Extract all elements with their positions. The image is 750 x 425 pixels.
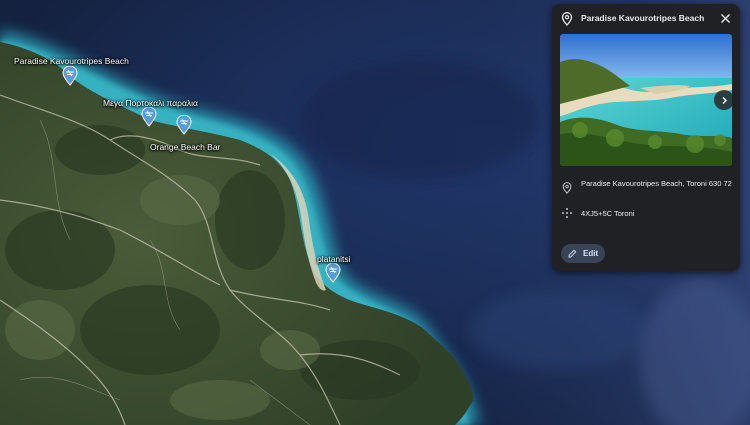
plus-code-icon — [562, 208, 572, 218]
plus-code: 4XJ5+5C Toroni — [581, 209, 635, 218]
beach-marker-platanitsi[interactable] — [325, 263, 341, 283]
location-pin-icon — [562, 182, 572, 194]
place-address: Paradise Kavourotripes Beach, Toroni 630… — [581, 179, 732, 188]
chevron-right-icon — [722, 96, 727, 104]
beach-marker-orange[interactable] — [176, 115, 192, 135]
place-title: Paradise Kavourotripes Beach — [581, 13, 705, 23]
beach-marker-mega[interactable] — [141, 107, 157, 127]
next-photo-button[interactable] — [714, 90, 732, 110]
beach-marker-paradise[interactable] — [62, 66, 78, 86]
edit-label: Edit — [583, 249, 599, 258]
panel-header: Paradise Kavourotripes Beach — [552, 4, 740, 34]
map-pin-icon — [561, 12, 573, 26]
place-panel: Paradise Kavourotripes Beach Paradise Ka… — [552, 4, 740, 271]
place-photo[interactable] — [560, 34, 732, 166]
close-icon[interactable] — [719, 12, 732, 25]
edit-button[interactable]: Edit — [561, 244, 605, 263]
pencil-icon — [568, 249, 577, 258]
beach-photo-image — [560, 34, 732, 166]
map-label-platanitsi[interactable]: platanitsi — [317, 254, 351, 264]
map-label-paradise[interactable]: Paradise Kavourotripes Beach — [14, 56, 129, 66]
map-label-mega[interactable]: Μεγα Πορτοκαλι παραλια — [103, 98, 198, 108]
map-label-orange[interactable]: Orange Beach Bar — [150, 142, 220, 152]
